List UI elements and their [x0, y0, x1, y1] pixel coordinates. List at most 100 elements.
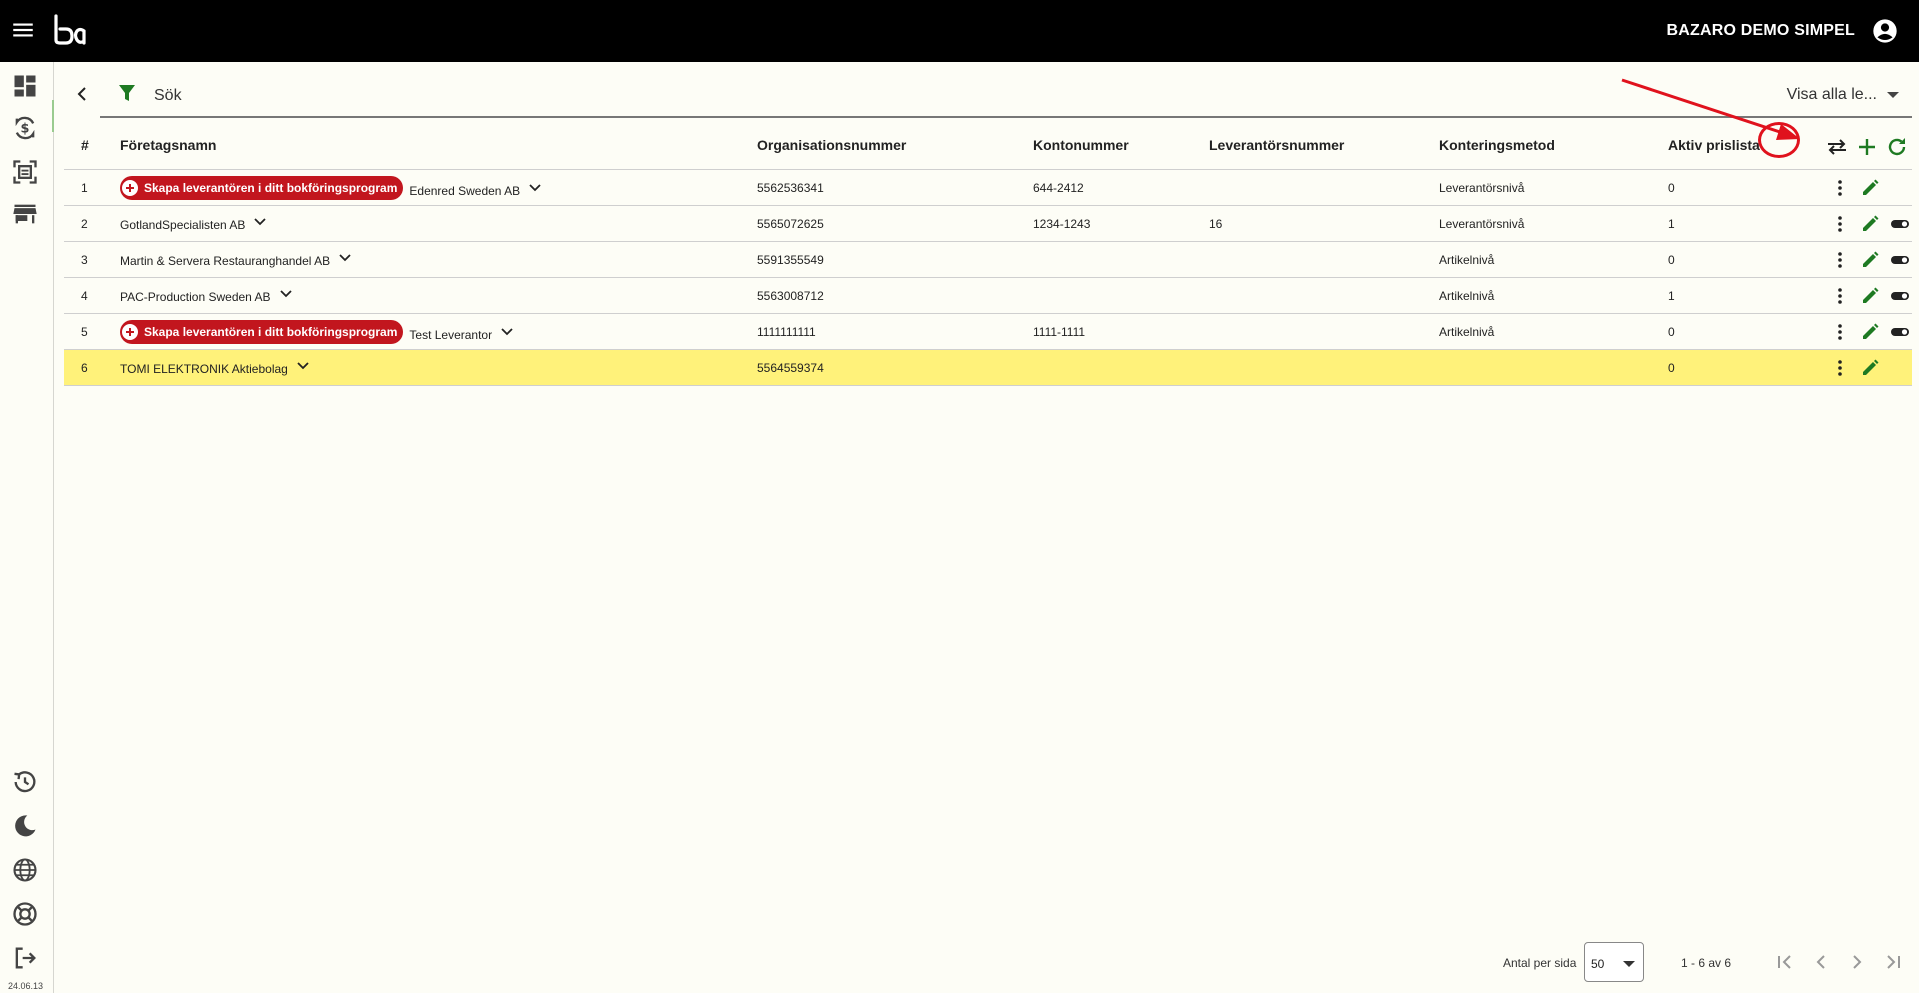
create-supplier-chip-label: Skapa leverantören i ditt bokföringsprog… — [144, 181, 398, 195]
first-page-icon[interactable] — [1773, 950, 1797, 974]
document-scan-icon[interactable] — [11, 158, 39, 186]
toggle-icon[interactable] — [1890, 250, 1910, 270]
row-number: 5 — [81, 325, 88, 339]
supplier-view-select-value: Visa alla le... — [1786, 86, 1877, 103]
add-circle-icon — [122, 180, 138, 196]
toggle-icon[interactable] — [1890, 286, 1910, 306]
company-name[interactable]: BAZARO DEMO SIMPEL — [1667, 22, 1856, 40]
refresh-icon[interactable] — [1885, 135, 1909, 159]
back-chevron-icon[interactable] — [74, 84, 90, 104]
currency-exchange-icon[interactable]: $ — [11, 114, 39, 142]
page-range: 1 - 6 av 6 — [1681, 956, 1732, 970]
table-row[interactable]: 3 Martin & Servera Restauranghandel AB 559… — [64, 242, 1912, 278]
accounting-method: Artikelnivå — [1439, 253, 1495, 267]
more-vert-icon[interactable] — [1830, 322, 1850, 342]
edit-pencil-icon[interactable] — [1860, 322, 1880, 342]
org-number: 5565072625 — [757, 217, 824, 231]
row-actions — [1824, 212, 1914, 236]
search-input[interactable] — [154, 84, 654, 108]
edit-pencil-icon[interactable] — [1860, 178, 1880, 198]
create-supplier-chip[interactable]: Skapa leverantören i ditt bokföringsprog… — [120, 176, 404, 200]
org-number: 5564559374 — [757, 361, 824, 375]
row-number: 3 — [81, 253, 88, 267]
active-pricelist: 0 — [1668, 361, 1675, 375]
row-number: 4 — [81, 289, 88, 303]
more-vert-icon[interactable] — [1830, 214, 1850, 234]
logout-icon[interactable] — [11, 944, 39, 972]
store-icon[interactable] — [11, 200, 39, 228]
column-header-number[interactable]: # — [81, 137, 89, 153]
active-nav-indicator — [52, 100, 54, 132]
edit-pencil-icon[interactable] — [1860, 250, 1880, 270]
row-number: 2 — [81, 217, 88, 231]
supplier-view-select[interactable]: Visa alla le... — [1787, 86, 1899, 104]
swap-horiz-icon[interactable] — [1825, 135, 1849, 159]
company-name: TOMI ELEKTRONIK Aktiebolag — [120, 362, 288, 376]
org-number: 1111111111 — [757, 325, 816, 339]
table-row[interactable]: 4 PAC-Production Sweden AB 5563008712 Artik… — [64, 278, 1912, 314]
dashboard-icon[interactable] — [11, 72, 39, 100]
supplier-table: # Företagsnamn Organisationsnummer Konto… — [64, 122, 1912, 386]
account-number: 1234-1243 — [1033, 217, 1091, 231]
column-header-org-number[interactable]: Organisationsnummer — [757, 137, 906, 153]
account-circle-icon[interactable] — [1871, 17, 1899, 45]
company-cell: PAC-Production Sweden AB — [120, 284, 295, 304]
edit-pencil-icon[interactable] — [1860, 286, 1880, 306]
logo[interactable] — [52, 14, 88, 46]
chevron-down-icon[interactable] — [294, 357, 312, 375]
language-globe-icon[interactable] — [11, 856, 39, 884]
last-page-icon[interactable] — [1881, 950, 1905, 974]
chevron-down-icon[interactable] — [277, 285, 295, 303]
toggle-icon[interactable] — [1890, 214, 1910, 234]
company-cell: Skapa leverantören i ditt bokföringsprog… — [120, 320, 516, 344]
history-icon[interactable] — [11, 768, 39, 796]
row-actions — [1824, 320, 1914, 344]
column-header-account-number[interactable]: Kontonummer — [1033, 137, 1129, 153]
toolbar-divider — [100, 116, 1912, 118]
dark-mode-icon[interactable] — [11, 812, 39, 840]
org-number: 5563008712 — [757, 289, 824, 303]
more-vert-icon[interactable] — [1830, 178, 1850, 198]
previous-page-icon[interactable] — [1809, 950, 1833, 974]
table-row[interactable]: 1 Skapa leverantören i ditt bokföringspro… — [64, 170, 1912, 206]
support-icon[interactable] — [11, 900, 39, 928]
add-icon[interactable] — [1855, 135, 1879, 159]
chevron-down-icon — [1887, 92, 1899, 98]
company-cell: Skapa leverantören i ditt bokföringsprog… — [120, 176, 544, 200]
svg-text:$: $ — [21, 122, 30, 137]
menu-icon[interactable] — [10, 17, 36, 43]
account-number: 644-2412 — [1033, 181, 1084, 195]
table-header: # Företagsnamn Organisationsnummer Konto… — [64, 122, 1912, 170]
create-supplier-chip[interactable]: Skapa leverantören i ditt bokföringsprog… — [120, 320, 404, 344]
table-row[interactable]: 2 GotlandSpecialisten AB 5565072625 1234-12… — [64, 206, 1912, 242]
accounting-method: Artikelnivå — [1439, 325, 1495, 339]
edit-pencil-icon[interactable] — [1860, 358, 1880, 378]
per-page-select[interactable]: 50 — [1584, 942, 1644, 982]
next-page-icon[interactable] — [1845, 950, 1869, 974]
row-actions — [1824, 248, 1914, 272]
more-vert-icon[interactable] — [1830, 286, 1850, 306]
chevron-down-icon[interactable] — [336, 249, 354, 267]
chevron-down-icon[interactable] — [251, 213, 269, 231]
column-header-active-pricelist[interactable]: Aktiv prislista — [1668, 137, 1760, 153]
column-header-supplier-number[interactable]: Leverantörsnummer — [1209, 137, 1344, 153]
company-cell: TOMI ELEKTRONIK Aktiebolag — [120, 356, 312, 376]
more-vert-icon[interactable] — [1830, 358, 1850, 378]
chevron-down-icon[interactable] — [526, 179, 544, 197]
more-vert-icon[interactable] — [1830, 250, 1850, 270]
edit-pencil-icon[interactable] — [1860, 214, 1880, 234]
company-cell: Martin & Servera Restauranghandel AB — [120, 248, 354, 268]
table-row[interactable]: 6 TOMI ELEKTRONIK Aktiebolag 5564559374 0 — [64, 350, 1912, 386]
per-page-value: 50 — [1591, 957, 1605, 971]
chevron-down-icon[interactable] — [498, 323, 516, 341]
row-actions — [1824, 284, 1914, 308]
toggle-icon[interactable] — [1890, 322, 1910, 342]
active-pricelist: 1 — [1668, 289, 1675, 303]
per-page-label: Antal per sida — [1503, 956, 1577, 970]
column-header-company-name[interactable]: Företagsnamn — [120, 137, 216, 153]
active-pricelist: 0 — [1668, 181, 1675, 195]
add-circle-icon — [122, 324, 138, 340]
column-header-accounting-method[interactable]: Konteringsmetod — [1439, 137, 1555, 153]
table-row[interactable]: 5 Skapa leverantören i ditt bokföringspro… — [64, 314, 1912, 350]
filter-icon[interactable] — [118, 84, 136, 102]
